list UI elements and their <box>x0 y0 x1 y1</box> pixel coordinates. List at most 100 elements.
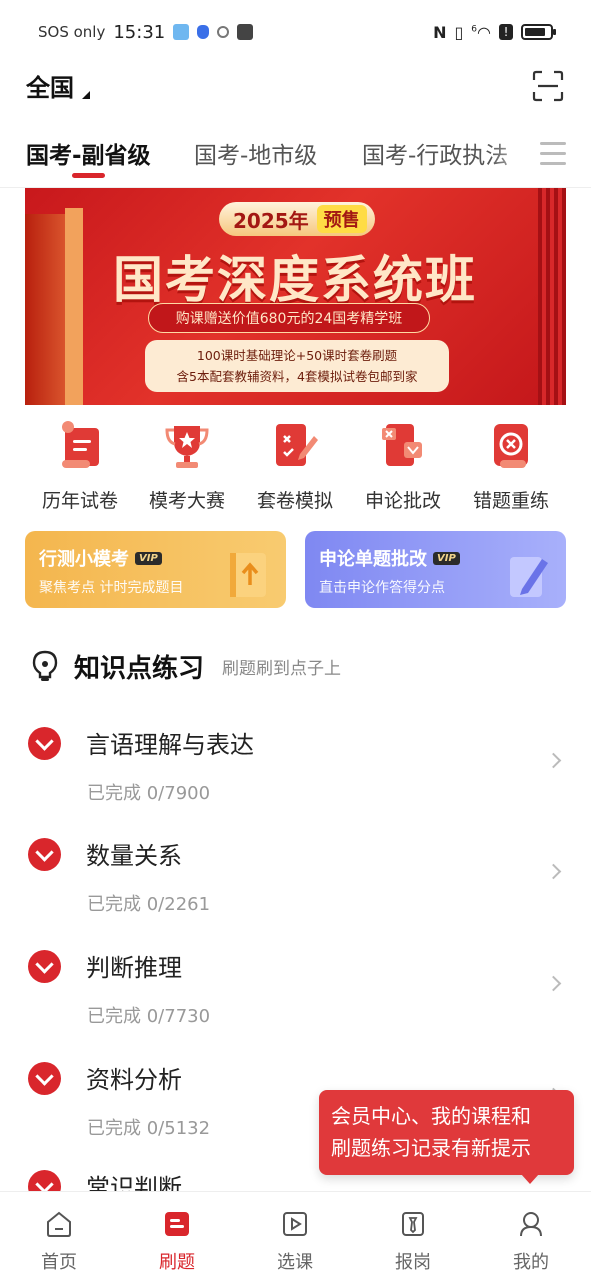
quick-action-essay-grading[interactable]: 申论批改 <box>348 420 458 513</box>
nav-label: 报岗 <box>395 1252 431 1273</box>
alarm-icon <box>217 26 230 38</box>
topic-progress: 已完成 0/5132 <box>87 1118 211 1139</box>
vibrate-icon: ▯ <box>454 22 464 42</box>
essay-grading-icon <box>382 424 422 466</box>
nav-label: 我的 <box>513 1252 549 1273</box>
nav-profile[interactable]: 我的 <box>491 1210 571 1274</box>
tooltip-line2: 刷题练习记录有新提示 <box>331 1136 531 1160</box>
nav-label: 选课 <box>277 1252 313 1273</box>
status-bar: SOS only 15:31 N ▯ 6◠ ! <box>0 0 591 64</box>
tooltip-line1: 会员中心、我的课程和 <box>331 1104 531 1128</box>
past-papers-icon <box>62 421 99 468</box>
clock: 15:31 <box>113 21 166 43</box>
topic-progress: 已完成 0/7900 <box>87 783 211 804</box>
quick-action-mock-exam[interactable]: 套卷模拟 <box>240 420 350 513</box>
quick-action-past-papers[interactable]: 历年试卷 <box>25 420 135 513</box>
expand-chevron-icon[interactable] <box>28 1062 61 1095</box>
home-icon <box>47 1211 71 1237</box>
vip-badge: VIP <box>135 551 162 565</box>
banner-year: 2025年 <box>233 208 309 233</box>
quick-action-label: 模考大赛 <box>148 490 225 512</box>
mock-exam-icon <box>276 424 318 466</box>
nav-label: 首页 <box>41 1252 77 1273</box>
expand-chevron-icon[interactable] <box>28 727 61 760</box>
curtain-decoration <box>538 188 566 405</box>
upload-icon <box>237 24 254 40</box>
quick-action-label: 申论批改 <box>364 490 441 512</box>
profile-icon <box>520 1212 542 1237</box>
nav-jobs[interactable]: 报岗 <box>373 1210 453 1274</box>
promo-title-text: 申论单题批改 <box>319 549 427 570</box>
network-label: 6 <box>471 24 478 35</box>
region-selector[interactable]: 全国 <box>26 68 90 103</box>
presale-badge: 预售 <box>316 205 367 233</box>
alert-icon: ! <box>499 24 513 40</box>
nav-home[interactable]: 首页 <box>19 1210 99 1274</box>
banner-detail: 100课时基础理论+50课时套卷刷题 含5本配套教辅资料，4套模拟试卷包邮到家 <box>145 340 449 392</box>
expand-chevron-icon[interactable] <box>28 1170 61 1191</box>
banner-detail-line1: 100课时基础理论+50课时套卷刷题 <box>196 348 398 363</box>
quick-action-mock-contest[interactable]: 模考大赛 <box>132 420 242 513</box>
section-title: 知识点练习 <box>74 653 205 684</box>
lightbulb-icon <box>32 650 58 681</box>
quick-action-wrong-questions[interactable]: 错题重练 <box>456 420 566 513</box>
topic-progress: 已完成 0/7730 <box>87 1006 211 1027</box>
header: 全国 <box>0 64 591 110</box>
banner-detail-line2: 含5本配套教辅资料，4套模拟试卷包邮到家 <box>176 369 418 384</box>
book-spine <box>65 208 83 405</box>
tab-menu-icon[interactable] <box>540 142 566 168</box>
knowledge-section-header: 知识点练习 刷题刷到点子上 <box>30 646 570 686</box>
gallery-icon <box>173 24 190 40</box>
topic-row[interactable]: 判断推理 已完成 0/7730 <box>0 928 591 1040</box>
tabs-fade <box>490 130 540 186</box>
tab-law-enforcement[interactable]: 国考-行政执法 <box>362 136 508 170</box>
nav-courses[interactable]: 选课 <box>255 1210 335 1274</box>
banner-gift: 购课赠送价值680元的24国考精学班 <box>148 303 430 333</box>
region-label: 全国 <box>26 74 74 102</box>
status-right: N ▯ 6◠ ! <box>433 22 556 42</box>
quick-actions: 历年试卷 模考大赛 套卷模拟 申论批改 错题重练 <box>0 420 591 520</box>
carrier-label: SOS only <box>38 23 106 41</box>
quick-action-label: 套卷模拟 <box>256 490 333 512</box>
topic-row[interactable]: 数量关系 已完成 0/2261 <box>0 816 591 928</box>
tab-indicator <box>72 173 105 178</box>
chevron-right-icon <box>545 752 562 769</box>
shield-icon <box>197 25 210 39</box>
promo-banner[interactable]: 2025年 预售 国考深度系统班 购课赠送价值680元的24国考精学班 100课… <box>25 188 566 405</box>
wrong-questions-icon <box>494 424 528 468</box>
topic-name: 常识判断 <box>86 1174 182 1191</box>
vip-badge: VIP <box>433 551 460 565</box>
section-subtitle: 刷题刷到点子上 <box>222 658 342 679</box>
scan-icon[interactable] <box>532 70 564 102</box>
promo-card-mini-mock[interactable]: 行测小模考 VIP 聚焦考点 计时完成题目 <box>25 531 286 608</box>
tab-city-level[interactable]: 国考-地市级 <box>194 136 317 170</box>
banner-year-tag: 2025年 预售 <box>219 202 375 236</box>
topic-name: 言语理解与表达 <box>86 731 254 759</box>
notification-tooltip[interactable]: 会员中心、我的课程和 刷题练习记录有新提示 <box>319 1090 574 1184</box>
wifi-icon: 6◠ <box>471 22 491 42</box>
pen-paper-icon <box>510 557 548 597</box>
topic-name: 判断推理 <box>86 954 182 982</box>
chevron-right-icon <box>545 863 562 880</box>
caret-icon <box>82 91 90 99</box>
topic-name: 资料分析 <box>86 1066 182 1094</box>
nav-practice[interactable]: 刷题 <box>137 1210 217 1274</box>
promo-title-text: 行测小模考 <box>39 549 129 570</box>
exam-tabs: 国考-副省级 国考-地市级 国考-行政执法 <box>0 130 591 188</box>
nfc-icon: N <box>433 22 447 42</box>
courses-icon <box>283 1212 307 1236</box>
promo-card-essay-grading[interactable]: 申论单题批改 VIP 直击申论作答得分点 <box>305 531 566 608</box>
bottom-nav: 首页 刷题 选课 报岗 我的 <box>0 1191 591 1280</box>
topic-name: 数量关系 <box>86 842 182 870</box>
tab-vice-provincial[interactable]: 国考-副省级 <box>26 136 151 170</box>
quick-action-label: 错题重练 <box>472 490 549 512</box>
chevron-right-icon <box>545 975 562 992</box>
practice-icon <box>165 1212 189 1236</box>
nav-label: 刷题 <box>159 1252 195 1273</box>
quick-action-label: 历年试卷 <box>41 490 118 512</box>
expand-chevron-icon[interactable] <box>28 950 61 983</box>
topic-progress: 已完成 0/2261 <box>87 894 211 915</box>
status-left: SOS only 15:31 <box>38 21 254 43</box>
topic-row[interactable]: 言语理解与表达 已完成 0/7900 <box>0 705 591 817</box>
expand-chevron-icon[interactable] <box>28 838 61 871</box>
